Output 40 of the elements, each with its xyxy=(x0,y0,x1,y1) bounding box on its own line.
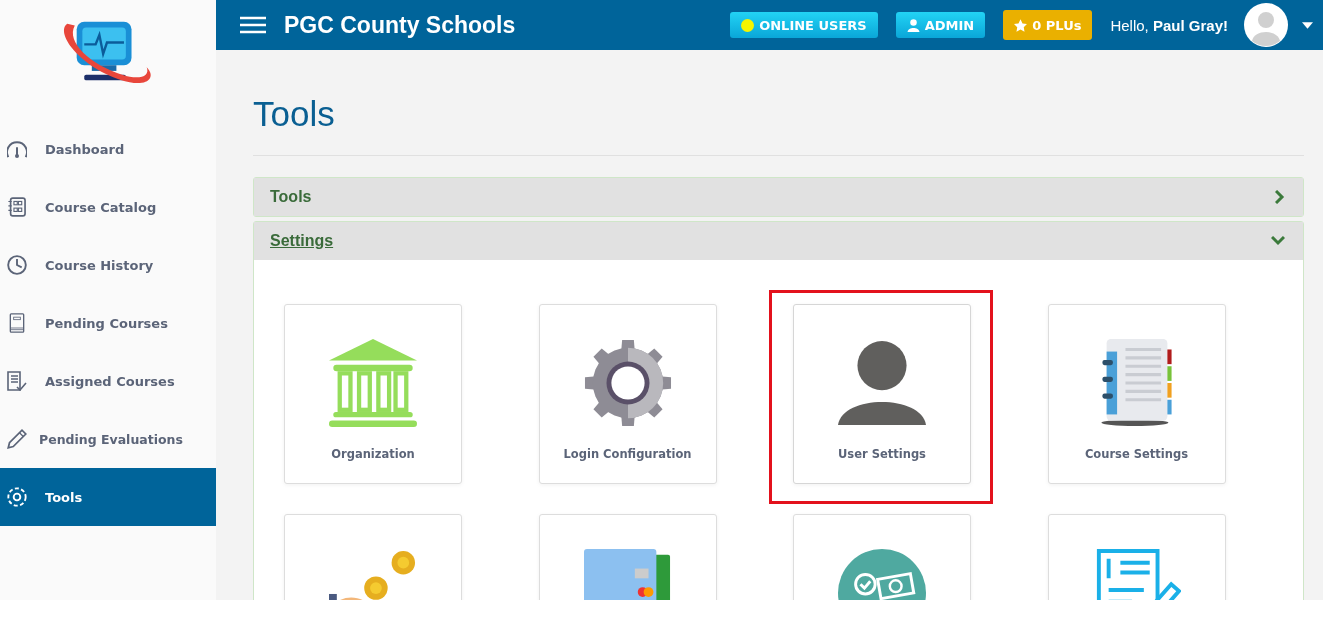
settings-tile[interactable]: Login Configuration xyxy=(538,304,717,484)
chevron-down-icon xyxy=(1271,236,1285,246)
tile-label: Course Settings xyxy=(1084,447,1189,461)
checklist-icon xyxy=(7,371,27,391)
gear-icon xyxy=(583,339,672,427)
sidebar-item[interactable]: Tools xyxy=(0,468,216,526)
tile-label: User Settings xyxy=(838,447,926,461)
settings-icon xyxy=(7,487,27,507)
caret-icon[interactable] xyxy=(1302,21,1313,29)
tile-label: Login Configuration xyxy=(563,447,692,461)
sidebar-item[interactable]: Course History xyxy=(0,236,216,294)
user-icon xyxy=(906,18,920,32)
section-title[interactable]: Tools xyxy=(270,188,312,206)
book-icon xyxy=(7,313,27,333)
tile-label: Organization xyxy=(331,447,415,461)
gauge-icon xyxy=(7,139,27,159)
accordion-header[interactable]: Tools xyxy=(254,178,1303,216)
settings-tile[interactable]: Course Settings xyxy=(1047,304,1226,484)
page-title: Tools xyxy=(253,94,336,134)
settings-tile[interactable]: Organization xyxy=(284,304,462,484)
accordion-header[interactable]: Settings xyxy=(254,222,1303,260)
section-title[interactable]: Settings xyxy=(270,232,334,250)
avatar-icon[interactable] xyxy=(1244,3,1288,47)
chevron-right-icon xyxy=(1275,190,1285,204)
catalog-icon xyxy=(7,197,27,217)
settings-tile[interactable]: User Settings xyxy=(793,304,971,484)
site-title: PGC County Schools xyxy=(284,11,516,39)
sidebar-item[interactable]: Pending Courses xyxy=(0,294,216,352)
greeting-text: Hello, Paul Gray! xyxy=(1110,16,1228,34)
bank-icon xyxy=(329,339,417,427)
status-dot-icon xyxy=(741,18,755,32)
star-icon xyxy=(1014,18,1028,32)
person-silhouette-icon xyxy=(838,339,926,427)
sidebar-item[interactable]: Assigned Courses xyxy=(0,352,216,410)
clock-icon xyxy=(7,255,27,275)
pencil-icon xyxy=(7,429,27,449)
sidebar-item[interactable]: Pending Evaluations xyxy=(0,410,216,468)
sidebar-item[interactable]: Course Catalog xyxy=(0,178,216,236)
menu-icon[interactable] xyxy=(240,16,266,34)
sidebar-item[interactable]: Dashboard xyxy=(0,120,216,178)
